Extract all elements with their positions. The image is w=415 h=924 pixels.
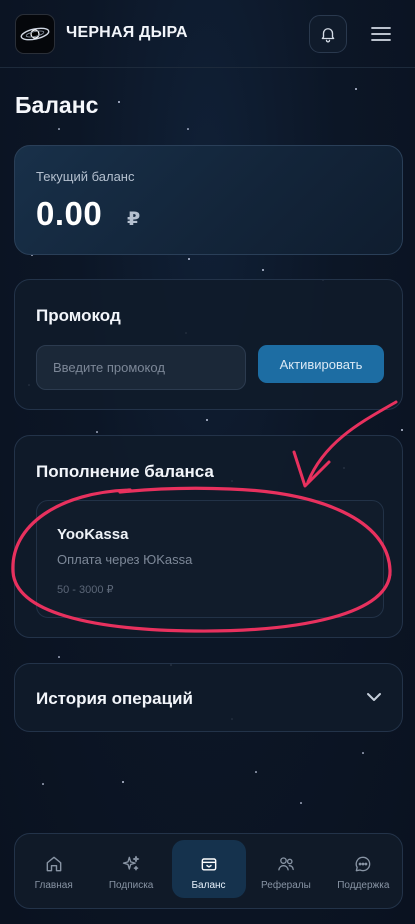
page-title: Баланс xyxy=(15,92,99,118)
balance-amount: 0.00 xyxy=(36,195,103,232)
topup-title: Пополнение баланса xyxy=(36,462,214,481)
app-logo[interactable] xyxy=(15,14,55,54)
nav-item-balance[interactable]: Баланс xyxy=(170,834,247,910)
nav-label-referrals: Рефералы xyxy=(261,879,311,891)
black-hole-logo-icon xyxy=(20,27,50,41)
app-title: ЧЕРНАЯ ДЫРА xyxy=(66,24,188,41)
promo-card: Промокод Активировать xyxy=(14,279,403,410)
notifications-button[interactable] xyxy=(309,15,347,53)
nav-label-support: Поддержка xyxy=(337,879,390,891)
payment-method-range: 50 - 3000 ₽ xyxy=(57,584,114,596)
balance-currency: ₽ xyxy=(127,209,141,230)
history-accordion[interactable]: История операций xyxy=(14,663,403,732)
nav-item-referrals[interactable]: Рефералы xyxy=(247,834,324,910)
bottom-navigation: Главная Подписка Баланс Рефералы Поддерж… xyxy=(14,833,403,909)
sparkles-icon xyxy=(122,855,140,870)
balance-label: Текущий баланс xyxy=(36,169,135,184)
nav-label-balance: Баланс xyxy=(191,879,226,891)
home-icon xyxy=(46,856,62,871)
topup-card: Пополнение баланса YooKassa Оплата через… xyxy=(14,435,403,638)
nav-label-home: Главная xyxy=(34,879,73,891)
nav-item-home[interactable]: Главная xyxy=(15,834,92,910)
wallet-icon xyxy=(201,857,216,871)
payment-method-yookassa[interactable]: YooKassa Оплата через ЮKassa 50 - 3000 ₽ xyxy=(36,500,384,618)
chevron-down-icon xyxy=(367,693,381,701)
nav-item-support[interactable]: Поддержка xyxy=(325,834,402,910)
promo-code-input[interactable] xyxy=(36,345,246,390)
menu-button[interactable] xyxy=(366,20,396,48)
promo-title: Промокод xyxy=(36,306,121,325)
top-app-bar: ЧЕРНАЯ ДЫРА xyxy=(0,0,415,68)
nav-label-subscription: Подписка xyxy=(108,879,154,891)
chat-icon xyxy=(355,856,371,871)
users-icon xyxy=(278,856,294,870)
nav-item-subscription[interactable]: Подписка xyxy=(92,834,169,910)
history-title: История операций xyxy=(36,689,193,708)
payment-method-name: YooKassa xyxy=(57,526,129,543)
bell-icon xyxy=(321,28,335,43)
hamburger-menu-icon xyxy=(371,27,391,41)
activate-promo-button[interactable]: Активировать xyxy=(258,345,384,383)
payment-method-description: Оплата через ЮKassa xyxy=(57,552,193,567)
balance-card: Текущий баланс 0.00 ₽ xyxy=(14,145,403,255)
